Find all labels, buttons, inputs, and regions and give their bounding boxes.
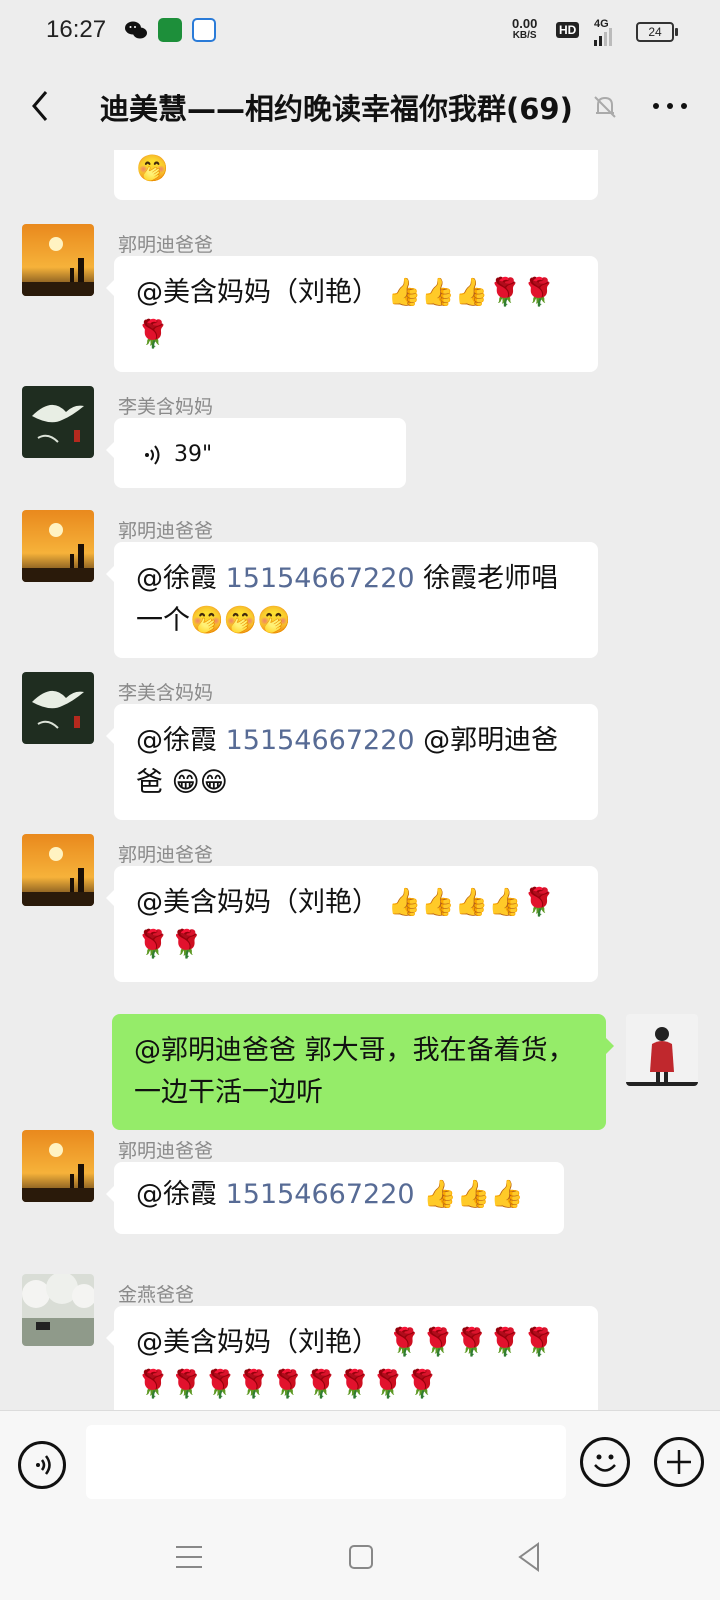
chat-header: 迪美慧——相约晚读幸福你我群(69) xyxy=(0,64,720,150)
message-bubble[interactable]: @徐霞 15154667220 @郭明迪爸爸 😁😁 xyxy=(106,704,598,820)
chat-title: 迪美慧——相约晚读幸福你我群(69) xyxy=(100,92,573,126)
voice-input-button[interactable] xyxy=(18,1441,66,1489)
plus-icon xyxy=(667,1450,691,1474)
sender-name: 郭明迪爸爸 xyxy=(118,1140,214,1162)
voice-message: 39" xyxy=(136,434,384,476)
home-square-icon xyxy=(349,1545,373,1569)
voice-message-bubble[interactable]: 39" xyxy=(106,418,406,488)
message-bubble[interactable]: 🤭 xyxy=(114,150,598,200)
oppo-app-icon xyxy=(158,18,182,42)
smiley-icon xyxy=(594,1454,616,1472)
message-text: @美含妈妈（刘艳） 👍👍👍👍🌹🌹🌹 xyxy=(136,887,556,960)
system-back-button[interactable] xyxy=(514,1540,544,1574)
sender-name: 李美含妈妈 xyxy=(118,396,214,418)
bubble-tail xyxy=(106,890,114,906)
status-bar: 16:27 0.00 KB/S HD 4G 24 xyxy=(0,0,720,64)
bubble-tail xyxy=(106,280,114,296)
sender-name: 郭明迪爸爸 xyxy=(118,520,214,542)
sender-name: 郭明迪爸爸 xyxy=(118,234,214,256)
message-bubble[interactable]: @徐霞 15154667220 👍👍👍 xyxy=(106,1162,564,1234)
avatar-sunset[interactable] xyxy=(22,1130,94,1202)
message-text: @郭明迪爸爸 郭大哥，我在备着货，一边干活一边听 xyxy=(134,1035,575,1108)
sender-name: 李美含妈妈 xyxy=(118,682,214,704)
back-triangle-icon xyxy=(518,1542,539,1572)
message-text: @美含妈妈（刘艳） 👍👍👍🌹🌹🌹 xyxy=(136,277,556,350)
avatar-sunset[interactable] xyxy=(22,224,94,296)
system-navigation-bar xyxy=(0,1520,720,1600)
mention-text: @徐霞 xyxy=(136,1179,226,1210)
message-bubble[interactable]: @美含妈妈（刘艳） 👍👍👍👍🌹🌹🌹 xyxy=(106,866,598,982)
menu-lines-icon xyxy=(176,1546,202,1568)
voice-wave-icon xyxy=(145,445,160,465)
battery-icon: 24 xyxy=(636,22,678,42)
bubble-tail xyxy=(606,1038,614,1054)
back-button[interactable] xyxy=(22,86,62,126)
voice-icon xyxy=(36,1455,51,1475)
mention-text: @徐霞 xyxy=(136,563,226,594)
avatar-sunset[interactable] xyxy=(22,510,94,582)
bubble-tail xyxy=(106,728,114,744)
phone-link[interactable]: 15154667220 xyxy=(226,725,415,756)
sender-name: 金燕爸爸 xyxy=(118,1284,195,1306)
message-bubble[interactable]: @美含妈妈（刘艳） 🌹🌹🌹🌹🌹🌹🌹🌹🌹🌹🌹🌹🌹🌹 xyxy=(106,1306,598,1410)
bubble-tail xyxy=(106,1330,114,1346)
message-text: 👍👍👍 xyxy=(414,1179,524,1210)
more-functions-button[interactable] xyxy=(654,1437,704,1487)
bubble-tail xyxy=(106,566,114,582)
browser-app-icon xyxy=(192,18,216,42)
message-text: 🤭 xyxy=(136,154,169,184)
sender-name: 郭明迪爸爸 xyxy=(118,844,214,866)
message-text: @美含妈妈（刘艳） 🌹🌹🌹🌹🌹🌹🌹🌹🌹🌹🌹🌹🌹🌹 xyxy=(136,1327,556,1400)
avatar-snowy-trees[interactable] xyxy=(22,1274,94,1346)
signal-icon: 4G xyxy=(594,18,612,46)
my-avatar[interactable] xyxy=(626,1014,698,1086)
avatar-sunset[interactable] xyxy=(22,834,94,906)
avatar-crane[interactable] xyxy=(22,672,94,744)
message-bubble[interactable]: @美含妈妈（刘艳） 👍👍👍🌹🌹🌹 xyxy=(106,256,598,372)
more-options-button[interactable] xyxy=(650,94,690,118)
chat-message-list[interactable]: 🤭 郭明迪爸爸 @美含妈妈（刘艳） 👍👍👍🌹🌹🌹 李美含妈妈 39" 郭明迪爸爸… xyxy=(0,150,720,1410)
network-speed-unit: KB/S xyxy=(512,30,537,41)
network-speed-value: 0.00 xyxy=(512,16,538,31)
battery-level: 24 xyxy=(648,25,662,39)
bubble-tail xyxy=(106,442,114,458)
mute-bell-icon xyxy=(590,92,620,122)
message-input-bar xyxy=(0,1410,720,1521)
avatar-crane[interactable] xyxy=(22,386,94,458)
message-text-input[interactable] xyxy=(86,1425,566,1499)
network-speed: 0.00 KB/S xyxy=(512,16,538,42)
voice-duration: 39" xyxy=(174,442,213,467)
my-message-bubble[interactable]: @郭明迪爸爸 郭大哥，我在备着货，一边干活一边听 xyxy=(112,1014,614,1130)
more-dots-icon xyxy=(653,103,687,109)
hd-badge: HD xyxy=(556,22,580,38)
back-arrow-icon xyxy=(32,91,48,121)
mention-text: @徐霞 xyxy=(136,725,226,756)
status-time: 16:27 xyxy=(46,16,107,43)
home-button[interactable] xyxy=(346,1542,376,1572)
recent-apps-button[interactable] xyxy=(172,1542,206,1572)
phone-link[interactable]: 15154667220 xyxy=(226,1179,415,1210)
emoji-button[interactable] xyxy=(580,1437,630,1487)
bubble-tail xyxy=(106,1186,114,1202)
message-bubble[interactable]: @徐霞 15154667220 徐霞老师唱一个🤭🤭🤭 xyxy=(106,542,598,658)
wechat-notification-icon xyxy=(124,18,148,42)
phone-link[interactable]: 15154667220 xyxy=(226,563,415,594)
